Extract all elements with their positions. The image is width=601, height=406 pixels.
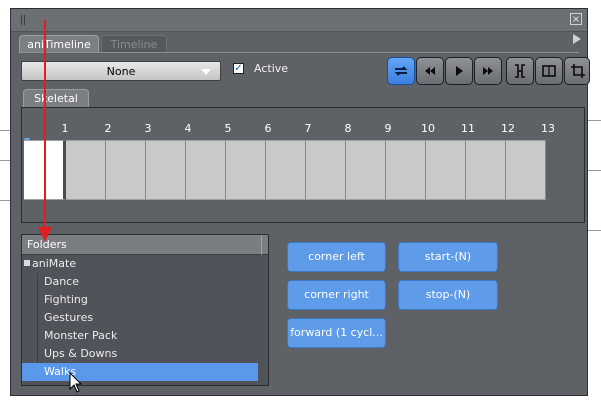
annotation-arrow xyxy=(38,20,52,242)
mouse-cursor-icon xyxy=(69,372,83,393)
annotation-arrow-head xyxy=(38,227,52,242)
